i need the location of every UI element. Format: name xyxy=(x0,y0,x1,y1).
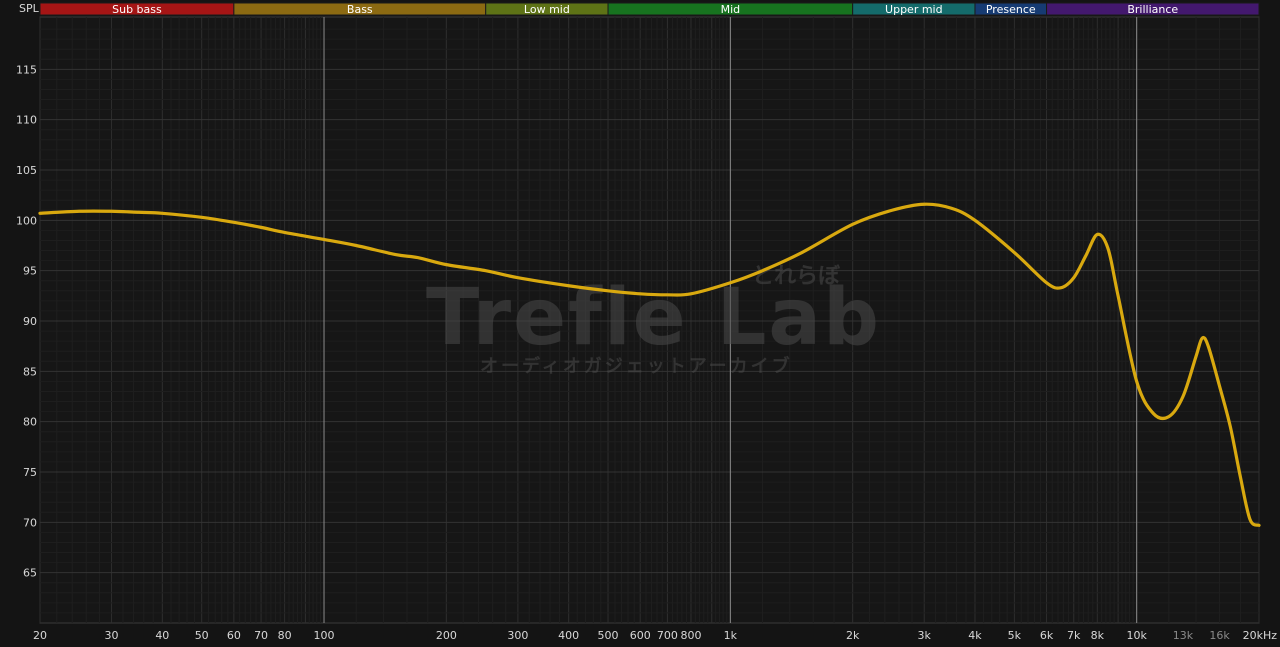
x-tick-label: 70 xyxy=(254,629,268,642)
x-tick-label: 20kHz xyxy=(1243,629,1278,642)
x-tick-label: 800 xyxy=(680,629,701,642)
y-axis-title: SPL xyxy=(19,2,40,15)
x-tick-label: 2k xyxy=(846,629,860,642)
y-tick-label: 70 xyxy=(23,516,37,529)
x-tick-label: 400 xyxy=(558,629,579,642)
y-tick-label: 65 xyxy=(23,567,37,580)
x-tick-label: 5k xyxy=(1008,629,1022,642)
y-tick-label: 85 xyxy=(23,365,37,378)
x-tick-label: 20 xyxy=(33,629,47,642)
x-tick-label: 10k xyxy=(1126,629,1147,642)
x-tick-label: 16k xyxy=(1209,629,1230,642)
watermark-sub: オーディオガジェットアーカイブ xyxy=(480,355,793,377)
y-tick-label: 110 xyxy=(16,114,37,127)
band-label: Brilliance xyxy=(1127,3,1178,16)
y-tick-label: 115 xyxy=(16,63,37,76)
x-tick-label: 7k xyxy=(1067,629,1081,642)
x-tick-label: 4k xyxy=(968,629,982,642)
x-tick-label: 500 xyxy=(598,629,619,642)
y-tick-label: 100 xyxy=(16,214,37,227)
x-tick-label: 600 xyxy=(630,629,651,642)
x-tick-label: 1k xyxy=(724,629,738,642)
y-tick-label: 105 xyxy=(16,164,37,177)
x-tick-label: 60 xyxy=(227,629,241,642)
frequency-bands: Sub bass Bass Low mid Mid Upper mid Presence B… xyxy=(39,2,1260,16)
band-label: Bass xyxy=(347,3,373,16)
x-tick-label: 40 xyxy=(155,629,169,642)
x-tick-label: 700 xyxy=(657,629,678,642)
x-tick-label: 3k xyxy=(918,629,932,642)
band-label: Upper mid xyxy=(885,3,943,16)
band-label: Low mid xyxy=(524,3,570,16)
band-label: Mid xyxy=(721,3,741,16)
x-tick-label: 50 xyxy=(195,629,209,642)
x-tick-label: 13k xyxy=(1173,629,1194,642)
x-tick-label: 200 xyxy=(436,629,457,642)
x-tick-label: 80 xyxy=(278,629,292,642)
y-tick-label: 75 xyxy=(23,466,37,479)
x-tick-label: 30 xyxy=(105,629,119,642)
y-tick-label: 95 xyxy=(23,265,37,278)
band-label: Presence xyxy=(986,3,1036,16)
x-tick-label: 6k xyxy=(1040,629,1054,642)
watermark: Trefle Lab とれらぼ オーディオガジェットアーカイブ xyxy=(426,264,879,377)
x-tick-label: 100 xyxy=(314,629,335,642)
y-tick-label: 90 xyxy=(23,315,37,328)
y-tick-label: 80 xyxy=(23,416,37,429)
band-label: Sub bass xyxy=(112,3,162,16)
x-tick-label: 8k xyxy=(1091,629,1105,642)
x-tick-label: 300 xyxy=(507,629,528,642)
frequency-response-chart: Sub bass Bass Low mid Mid Upper mid Presence B… xyxy=(0,0,1280,647)
